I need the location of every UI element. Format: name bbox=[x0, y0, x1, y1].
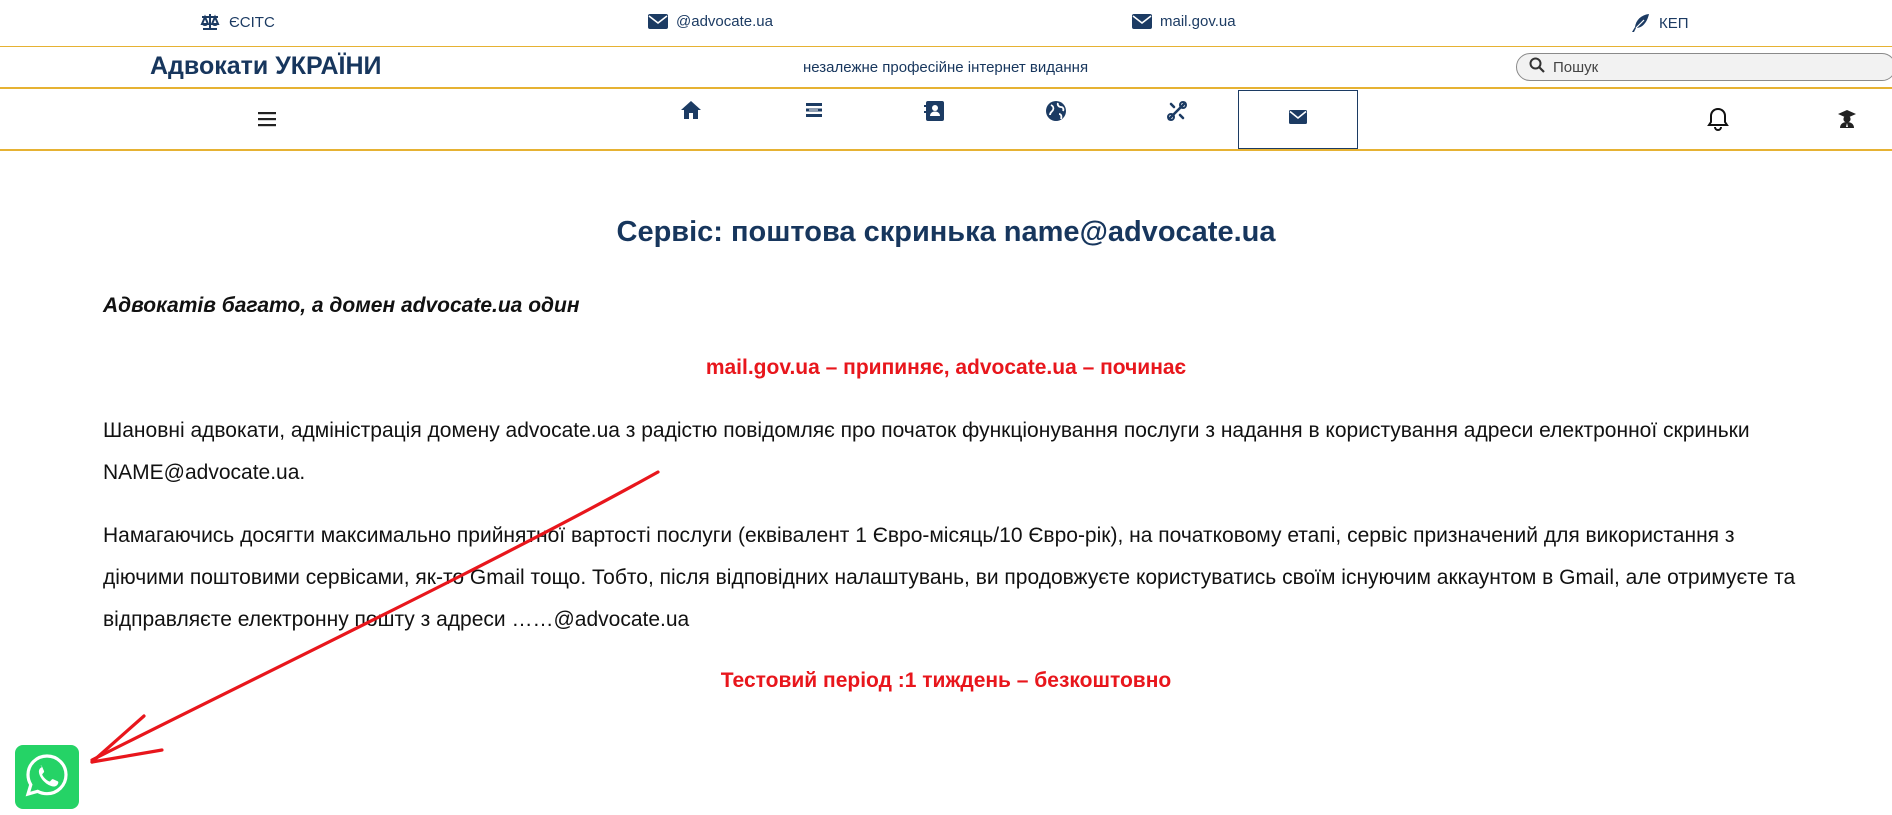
tab-mail[interactable] bbox=[1238, 90, 1358, 149]
tools-icon[interactable] bbox=[1117, 89, 1237, 149]
site-title[interactable]: Адвокати УКРАЇНИ bbox=[150, 52, 381, 81]
globe-icon[interactable] bbox=[996, 89, 1116, 149]
news-icon[interactable] bbox=[754, 89, 874, 149]
link-advocate-mail[interactable]: @advocate.ua bbox=[648, 13, 773, 30]
link-kep[interactable]: КЕП bbox=[1631, 13, 1689, 33]
details-paragraph: Намагаючись досягти максимально прийнятн… bbox=[103, 524, 1796, 631]
menu-icon[interactable] bbox=[207, 89, 327, 149]
link-kep-label: КЕП bbox=[1659, 14, 1689, 32]
whatsapp-icon bbox=[23, 751, 71, 804]
header-bar: Адвокати УКРАЇНИ незалежне професійне ін… bbox=[0, 47, 1892, 89]
slogan-text: mail.gov.ua – припиняє, advocate.ua – по… bbox=[705, 356, 1187, 379]
home-icon[interactable] bbox=[631, 89, 751, 149]
search-input[interactable] bbox=[1553, 58, 1883, 76]
user-graduate-icon[interactable] bbox=[1787, 89, 1892, 149]
top-links-bar: ЄСІТС @advocate.ua mail.gov.ua КЕП bbox=[0, 0, 1892, 47]
search-icon bbox=[1529, 57, 1545, 78]
contacts-icon[interactable] bbox=[875, 89, 995, 149]
envelope-icon bbox=[1132, 14, 1152, 29]
link-advocate-mail-label: @advocate.ua bbox=[676, 13, 773, 30]
link-mail-gov[interactable]: mail.gov.ua bbox=[1132, 13, 1236, 30]
lead-text: Адвокатів багато, а домен advocate.ua од… bbox=[103, 294, 580, 317]
mail-icon bbox=[1289, 110, 1307, 129]
search-box[interactable] bbox=[1516, 53, 1892, 81]
feather-icon bbox=[1631, 13, 1651, 33]
icon-nav-bar bbox=[0, 89, 1892, 151]
link-esits-label: ЄСІТС bbox=[229, 13, 275, 31]
link-mail-gov-label: mail.gov.ua bbox=[1160, 13, 1236, 30]
trial-text: Тестовий період :1 тиждень – безкоштовно bbox=[720, 669, 1172, 692]
link-esits[interactable]: ЄСІТС bbox=[199, 13, 275, 31]
site-tagline: незалежне професійне інтернет видання bbox=[803, 59, 1089, 76]
bell-icon[interactable] bbox=[1658, 89, 1778, 149]
scales-icon bbox=[199, 13, 221, 31]
envelope-icon bbox=[648, 14, 668, 29]
intro-paragraph: Шановні адвокати, адміністрація домену a… bbox=[103, 419, 1750, 484]
page-title: Сервіс: поштова скринька name@advocate.u… bbox=[616, 216, 1276, 248]
whatsapp-chat-button[interactable] bbox=[15, 745, 79, 809]
